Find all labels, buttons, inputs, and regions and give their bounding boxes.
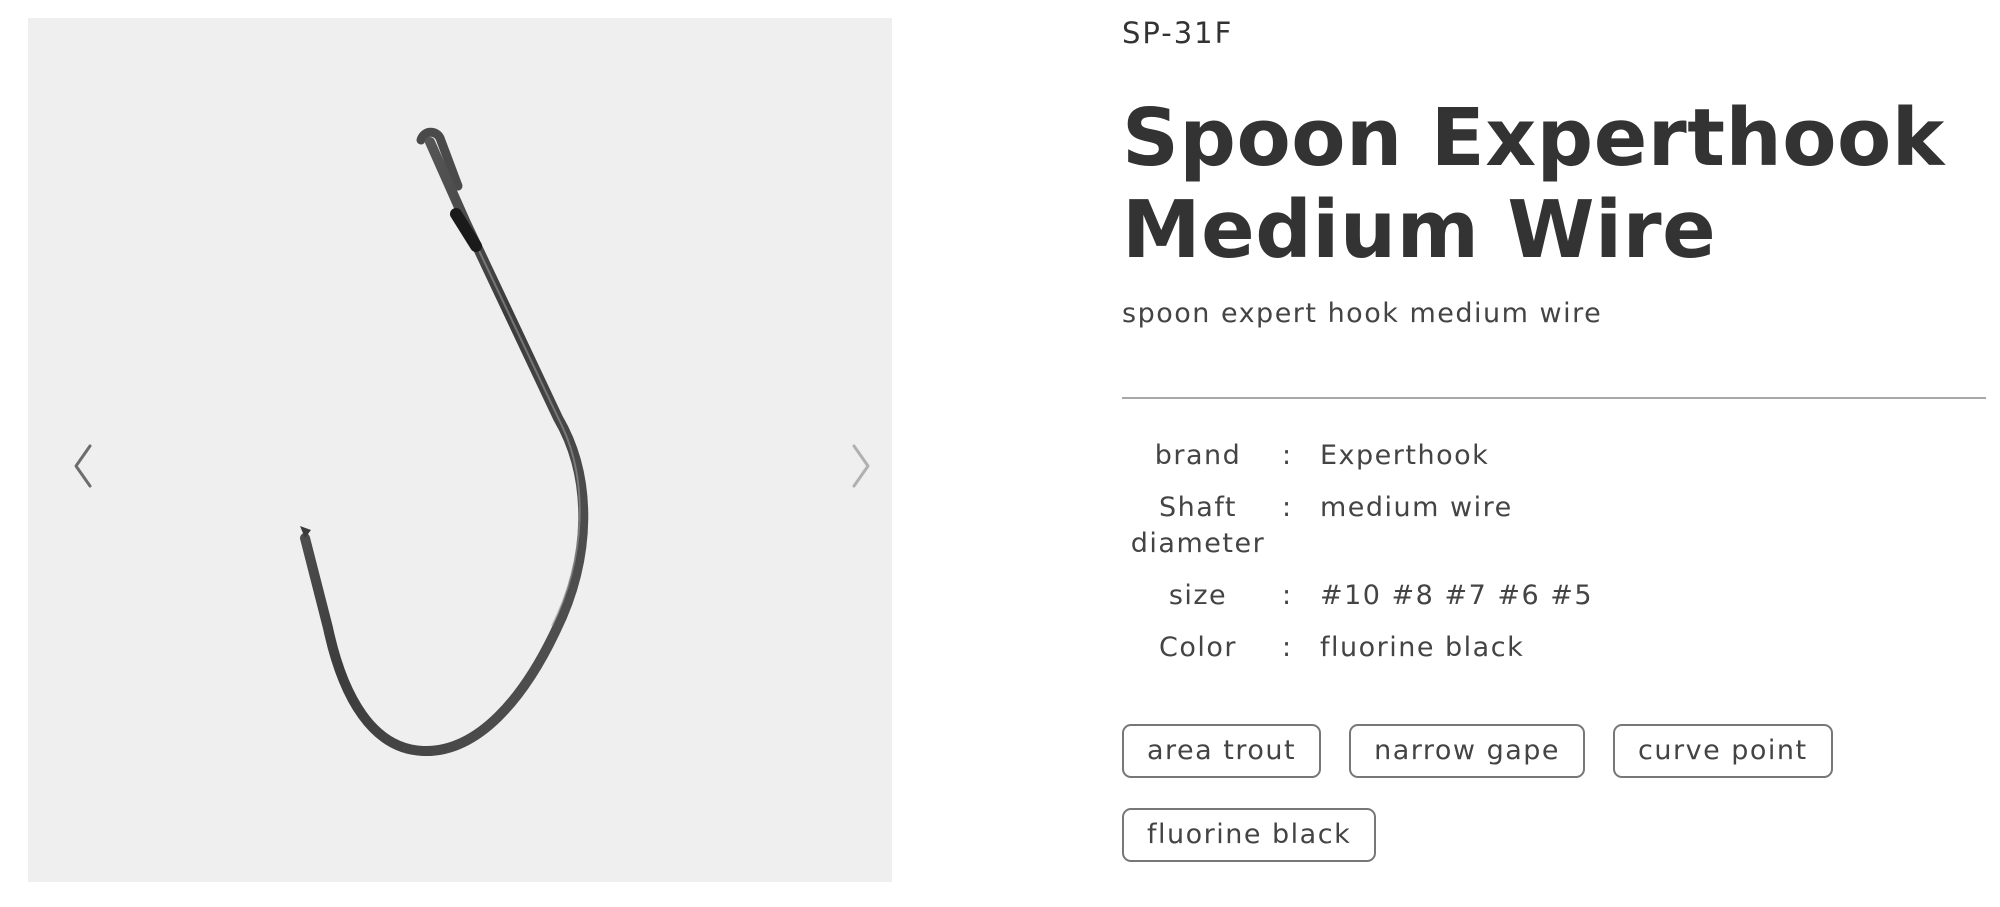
tag-narrow-gape[interactable]: narrow gape	[1349, 724, 1586, 778]
product-image-gallery	[28, 18, 892, 882]
product-code: SP-31F	[1122, 16, 1234, 50]
fishing-hook-image	[300, 127, 589, 757]
spec-value: medium wire	[1320, 492, 1513, 523]
spec-label: size	[1168, 580, 1228, 611]
spec-separator: :	[1282, 580, 1292, 611]
tag-row: area trout narrow gape curve point	[1122, 724, 1962, 778]
spec-separator: :	[1282, 492, 1292, 523]
spec-row-color: Color : fluorine black	[1122, 630, 1922, 666]
tag-row: fluorine black	[1122, 808, 1962, 862]
spec-row-brand: brand : Experthook	[1122, 438, 1922, 474]
gallery-next-button[interactable]	[840, 438, 880, 494]
spec-separator: :	[1282, 632, 1292, 663]
spec-table: brand : Experthook Shaft diameter : medi…	[1122, 438, 1922, 682]
spec-label: Shaft diameter	[1130, 492, 1266, 559]
gallery-prev-button[interactable]	[64, 438, 104, 494]
tag-list: area trout narrow gape curve point fluor…	[1122, 724, 1962, 892]
product-subtitle: spoon expert hook medium wire	[1122, 298, 1603, 329]
chevron-left-icon	[74, 444, 92, 488]
spec-value: Experthook	[1320, 440, 1490, 471]
spec-row-shaft-diameter: Shaft diameter : medium wire	[1122, 490, 1922, 562]
product-title: Spoon Experthook Medium Wire	[1122, 92, 1945, 276]
tag-area-trout[interactable]: area trout	[1122, 724, 1322, 778]
chevron-right-icon	[852, 444, 870, 488]
spec-separator: :	[1282, 440, 1292, 471]
tag-curve-point[interactable]: curve point	[1613, 724, 1833, 778]
tag-fluorine-black[interactable]: fluorine black	[1122, 808, 1377, 862]
spec-value: fluorine black	[1320, 632, 1525, 663]
divider	[1122, 397, 1986, 399]
spec-row-size: size : #10 #8 #7 #6 #5	[1122, 578, 1922, 614]
spec-label: Color	[1159, 632, 1237, 663]
spec-label: brand	[1154, 440, 1242, 471]
spec-value: #10 #8 #7 #6 #5	[1320, 580, 1594, 611]
